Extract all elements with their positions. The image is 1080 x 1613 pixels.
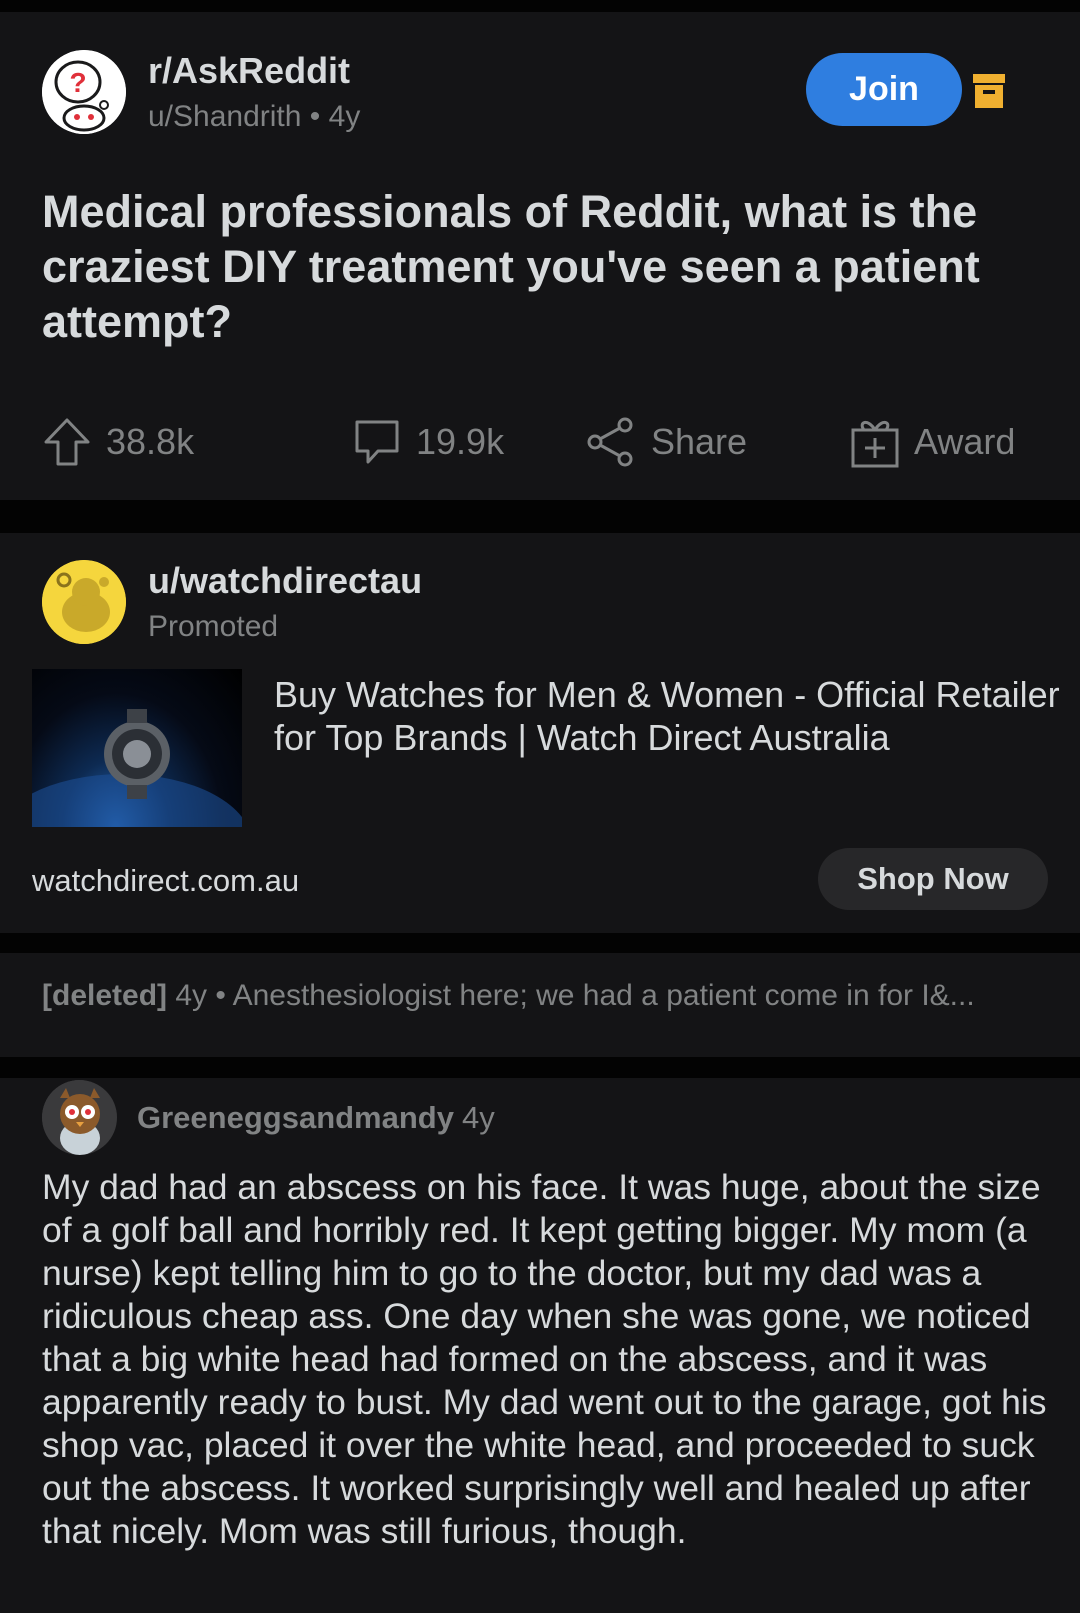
subreddit-name[interactable]: r/AskReddit <box>148 50 350 92</box>
join-button[interactable]: Join <box>806 53 962 126</box>
meta-separator: • <box>215 979 226 1012</box>
commenter-avatar-icon[interactable] <box>42 1080 117 1155</box>
upvote-button[interactable]: 38.8k <box>42 412 194 472</box>
award-label: Award <box>914 421 1016 462</box>
collapsed-comment-preview: Anesthesiologist here; we had a patient … <box>232 979 975 1012</box>
advertiser-avatar-icon[interactable] <box>42 560 126 644</box>
ad-headline[interactable]: Buy Watches for Men & Women - Official R… <box>274 673 1064 759</box>
share-icon <box>587 417 633 467</box>
archive-icon[interactable] <box>973 74 1005 108</box>
post-action-bar: 38.8k 19.9k Share Award <box>0 412 1080 472</box>
ad-thumbnail[interactable] <box>32 669 242 827</box>
subreddit-avatar-icon[interactable]: ? <box>42 50 126 134</box>
meta-separator: • <box>309 100 321 133</box>
share-button[interactable]: Share <box>585 412 747 472</box>
divider <box>0 1057 1080 1078</box>
comment-age: 4y <box>461 1100 495 1135</box>
post-author[interactable]: u/Shandrith <box>148 100 301 133</box>
collapsed-comment[interactable]: [deleted] 4y • Anesthesiologist here; we… <box>0 953 1080 1057</box>
collapsed-comment-age: 4y <box>175 979 208 1012</box>
upvote-icon <box>44 418 90 466</box>
divider <box>0 500 1080 533</box>
comments-button[interactable]: 19.9k <box>352 412 504 472</box>
promoted-ad-card: u/watchdirectau Promoted Buy Watches for… <box>0 533 1080 933</box>
upvote-count: 38.8k <box>106 421 195 462</box>
shop-now-button[interactable]: Shop Now <box>818 848 1048 910</box>
top-strip <box>0 0 1080 12</box>
award-button[interactable]: Award <box>850 412 1015 472</box>
collapsed-comment-line[interactable]: [deleted] 4y • Anesthesiologist here; we… <box>42 979 1052 1013</box>
post-age: 4y <box>328 100 361 133</box>
post-card: ? r/AskReddit u/Shandrith • 4y Join Medi… <box>0 12 1080 500</box>
comment-card: Greeneggsandmandy 4y My dad had an absces… <box>0 1078 1080 1613</box>
svg-text:?: ? <box>69 67 86 98</box>
share-label: Share <box>651 421 748 462</box>
divider <box>0 933 1080 953</box>
comment-count: 19.9k <box>416 421 505 462</box>
advertiser-name[interactable]: u/watchdirectau <box>148 560 422 602</box>
post-title[interactable]: Medical professionals of Reddit, what is… <box>42 184 1042 349</box>
collapsed-comment-author: [deleted] <box>42 979 168 1012</box>
comment-author-line: Greeneggsandmandy 4y <box>137 1100 495 1136</box>
post-meta: u/Shandrith • 4y <box>148 100 360 134</box>
ad-domain-link[interactable]: watchdirect.com.au <box>32 863 299 899</box>
promoted-label: Promoted <box>148 610 279 643</box>
comment-body: My dad had an abscess on his face. It wa… <box>42 1167 1047 1551</box>
award-icon <box>851 421 899 468</box>
comment-icon <box>355 420 399 464</box>
comment-author[interactable]: Greeneggsandmandy <box>137 1100 454 1135</box>
